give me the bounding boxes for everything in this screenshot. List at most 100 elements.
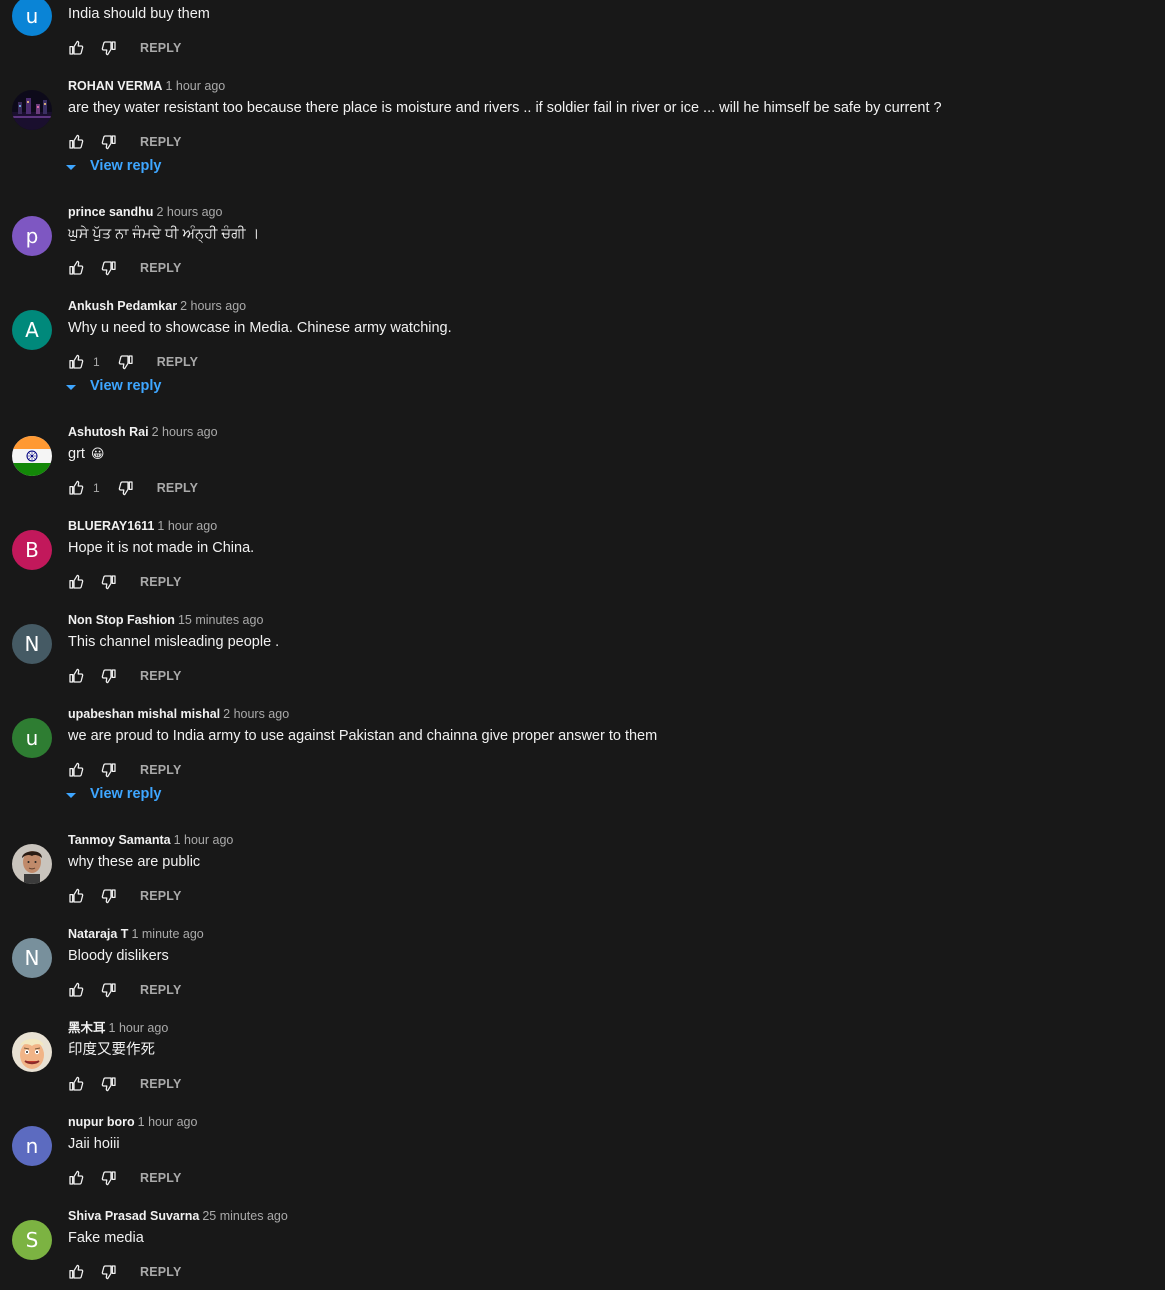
comment-actions: 1 REPLY — [68, 352, 198, 372]
like-icon[interactable] — [68, 354, 84, 370]
dislike-icon[interactable] — [118, 354, 134, 370]
like-icon[interactable] — [68, 1264, 84, 1280]
reply-button[interactable]: REPLY — [140, 575, 182, 589]
reply-button[interactable]: REPLY — [140, 261, 182, 275]
comment-timestamp[interactable]: 15 minutes ago — [178, 613, 263, 627]
comment-text: Jaii hoiii — [68, 1134, 120, 1154]
comment-text-content: Jaii hoiii — [68, 1136, 120, 1152]
comment-header: Shiva Prasad Suvarna 25 minutes ago — [68, 1208, 288, 1224]
like-icon[interactable] — [68, 260, 84, 276]
author-name[interactable]: ROHAN VERMA — [68, 79, 162, 93]
author-name[interactable]: prince sandhu — [68, 205, 153, 219]
city-night-photo-icon[interactable] — [12, 90, 52, 130]
avatar[interactable]: u — [12, 718, 52, 758]
reply-button[interactable]: REPLY — [140, 763, 182, 777]
comment-text: ਘੁਸੇ ਪੁੱਤ ਨਾ ਜੰਮਦੇ ਧੀ ਅੰਨ੍ਹੀ ਚੰਗੀ । — [68, 224, 259, 244]
view-reply-label: View reply — [90, 378, 162, 394]
comment-text-content: why these are public — [68, 854, 201, 870]
like-icon[interactable] — [68, 480, 84, 496]
view-reply-button[interactable]: View reply — [66, 158, 161, 174]
reply-button[interactable]: REPLY — [140, 1077, 182, 1091]
person-photo-icon[interactable] — [12, 844, 52, 884]
dislike-icon[interactable] — [101, 1170, 117, 1186]
like-icon[interactable] — [68, 1170, 84, 1186]
reply-button[interactable]: REPLY — [140, 983, 182, 997]
dislike-icon[interactable] — [101, 134, 117, 150]
view-reply-button[interactable]: View reply — [66, 786, 161, 802]
dislike-icon[interactable] — [101, 260, 117, 276]
author-name[interactable]: BLUERAY1611 — [68, 519, 154, 533]
reply-button[interactable]: REPLY — [140, 889, 182, 903]
comment-text-content: ਘੁਸੇ ਪੁੱਤ ਨਾ ਜੰਮਦੇ ਧੀ ਅੰਨ੍ਹੀ ਚੰਗੀ । — [68, 226, 260, 242]
reply-button[interactable]: REPLY — [140, 41, 182, 55]
dislike-icon[interactable] — [101, 1076, 117, 1092]
author-name[interactable]: Ashutosh Rai — [68, 425, 149, 439]
comment-timestamp[interactable]: 25 minutes ago — [202, 1209, 287, 1223]
avatar[interactable]: u — [12, 0, 52, 36]
comment-timestamp[interactable]: 2 hours ago — [152, 425, 218, 439]
like-icon[interactable] — [68, 40, 84, 56]
comment-text-content: Fake media — [68, 1230, 144, 1246]
india-flag-icon[interactable] — [12, 436, 52, 476]
avatar[interactable]: A — [12, 310, 52, 350]
comment-timestamp[interactable]: 1 minute ago — [131, 927, 203, 941]
like-icon[interactable] — [68, 982, 84, 998]
comment-timestamp[interactable]: 1 hour ago — [138, 1115, 198, 1129]
comment-text-content: Why u need to showcase in Media. Chinese… — [68, 320, 452, 336]
caret-down-icon — [66, 164, 76, 170]
dislike-icon[interactable] — [101, 888, 117, 904]
like-icon[interactable] — [68, 574, 84, 590]
reply-button[interactable]: REPLY — [140, 135, 182, 149]
dislike-icon[interactable] — [101, 762, 117, 778]
reply-button[interactable]: REPLY — [157, 481, 199, 495]
like-icon[interactable] — [68, 668, 84, 684]
author-name[interactable]: 黑木耳 — [68, 1021, 106, 1035]
dislike-icon[interactable] — [101, 668, 117, 684]
like-count: 1 — [93, 355, 100, 369]
dislike-icon[interactable] — [118, 480, 134, 496]
comment-timestamp[interactable]: 2 hours ago — [223, 707, 289, 721]
avatar[interactable]: p — [12, 216, 52, 256]
comment-timestamp[interactable]: 2 hours ago — [180, 299, 246, 313]
avatar[interactable]: n — [12, 1126, 52, 1166]
comments-list: uunknown D'souza2 hours agoIndia should … — [0, 0, 1165, 1290]
comment-text: grt 😀 — [68, 444, 104, 464]
author-name[interactable]: upabeshan mishal mishal — [68, 707, 220, 721]
author-name[interactable]: Non Stop Fashion — [68, 613, 175, 627]
like-icon[interactable] — [68, 888, 84, 904]
comment-header: prince sandhu 2 hours ago — [68, 204, 222, 220]
author-name[interactable]: Nataraja T — [68, 927, 128, 941]
reply-button[interactable]: REPLY — [140, 1171, 182, 1185]
cartoon-face-icon[interactable] — [12, 1032, 52, 1072]
reply-button[interactable]: REPLY — [157, 355, 199, 369]
dislike-icon[interactable] — [101, 40, 117, 56]
author-name[interactable]: nupur boro — [68, 1115, 135, 1129]
view-reply-button[interactable]: View reply — [66, 378, 161, 394]
caret-down-icon — [66, 792, 76, 798]
dislike-icon[interactable] — [101, 574, 117, 590]
comment-text-content: we are proud to India army to use agains… — [68, 728, 658, 744]
comment-actions: REPLY — [68, 760, 182, 780]
comment-text: are they water resistant too because the… — [68, 98, 942, 118]
like-icon[interactable] — [68, 134, 84, 150]
author-name[interactable]: Tanmoy Samanta — [68, 833, 171, 847]
dislike-icon[interactable] — [101, 1264, 117, 1280]
reply-button[interactable]: REPLY — [140, 1265, 182, 1279]
comment-timestamp[interactable]: 1 hour ago — [109, 1021, 169, 1035]
reply-button[interactable]: REPLY — [140, 669, 182, 683]
author-name[interactable]: Shiva Prasad Suvarna — [68, 1209, 199, 1223]
like-icon[interactable] — [68, 1076, 84, 1092]
dislike-icon[interactable] — [101, 982, 117, 998]
comment-timestamp[interactable]: 2 hours ago — [156, 205, 222, 219]
comment-timestamp[interactable]: 1 hour ago — [157, 519, 217, 533]
avatar[interactable]: S — [12, 1220, 52, 1260]
avatar[interactable]: N — [12, 938, 52, 978]
comment-timestamp[interactable]: 1 hour ago — [165, 79, 225, 93]
comment-actions: REPLY — [68, 132, 182, 152]
avatar[interactable]: N — [12, 624, 52, 664]
like-icon[interactable] — [68, 762, 84, 778]
comment-timestamp[interactable]: 1 hour ago — [174, 833, 234, 847]
avatar[interactable]: B — [12, 530, 52, 570]
view-reply-label: View reply — [90, 786, 162, 802]
author-name[interactable]: Ankush Pedamkar — [68, 299, 177, 313]
